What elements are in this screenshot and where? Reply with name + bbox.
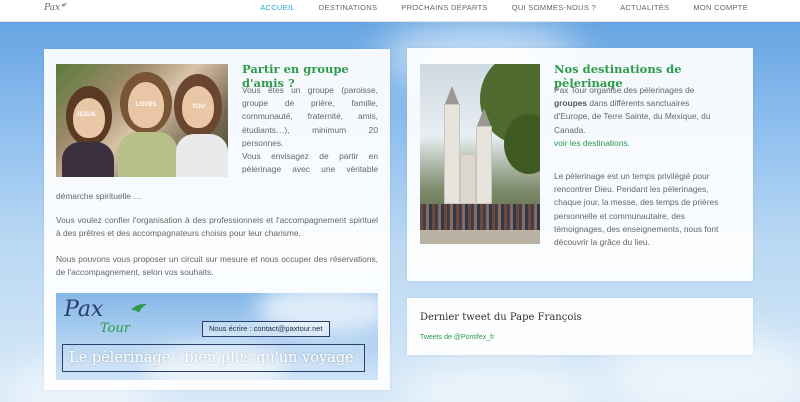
nav-destinations[interactable]: DESTINATIONS [307,0,389,20]
cloud [400,360,600,402]
intro-line: étudiants…), minimum 20 [242,124,378,135]
destinations-line: d'Europe, de Terre Sainte, du Mexique, d… [554,111,711,122]
tweet-title: Dernier tweet du Pape François [420,312,582,323]
photo-sign-text: LOVES [136,102,157,108]
banner-tagline: Le pèlerinage : bien plus qu'un voyage [62,344,365,372]
church-spire [477,108,491,126]
photo-face [73,98,105,138]
group-trip-panel: JESUS LOVES YOU Partir en groupe d'amis … [44,49,390,390]
destinations-panel: Nos destinations de pèlerinage Pax Tour … [407,48,753,281]
see-destinations-link[interactable]: voir les destinations. [554,137,744,150]
church-tower [476,126,492,204]
photo-sign-text: JESUS [76,112,96,118]
contact-email-button[interactable]: Nous écrire : contact@paxtour.net [202,321,330,337]
photo-shirt [62,142,114,177]
description-line: découvrir la grâce du lieu. [554,237,650,248]
site-logo[interactable]: Pax [44,3,60,13]
top-navigation-bar: Pax ACCUEIL DESTINATIONS PROCHAINS DÉPAR… [0,0,800,22]
photo-tree [504,114,540,174]
description-line: témoignages, des enseignements, nous fon… [554,223,719,234]
pilgrimage-description: Le pèlerinage est un temps privilégié po… [554,170,749,249]
church-spire [445,86,459,104]
description-line: Le pèlerinage est un temps privilégié po… [554,171,710,181]
photo-shirt [118,132,178,177]
dove-icon [60,3,68,8]
nav-prochains-departs[interactable]: PROCHAINS DÉPARTS [389,0,500,20]
intro-line: communauté, fraternité, amis, [242,111,378,122]
photo-sign-text: YOU [192,104,206,110]
group-paragraph-2: Vous voulez confier l'organisation à des… [56,215,378,239]
paxtour-banner[interactable]: Pax Tour Nous écrire : contact@paxtour.n… [56,293,378,380]
church-tower [444,104,460,204]
description-line: chaque jour, la messe, des temps de priè… [554,197,719,208]
destinations-line: Pax Tour organise des pèlerinages de [554,85,695,95]
church-facade [460,154,476,204]
intro-line: personnes. [242,137,284,148]
photo-shirt [176,134,228,177]
intro-line: groupe de prière, famille, [242,98,378,109]
church-photo [420,64,540,244]
group-intro-text: Vous êtes un groupe (paroisse, groupe de… [242,84,378,176]
destinations-intro: Pax Tour organise des pèlerinages de gro… [554,84,744,150]
groupes-bold: groupes [554,98,588,109]
nav-qui-sommes-nous[interactable]: QUI SOMMES-NOUS ? [500,0,608,20]
friends-photo: JESUS LOVES YOU [56,64,228,177]
dove-icon [131,303,147,313]
pope-tweet-panel: Dernier tweet du Pape François Tweets de… [407,298,753,355]
intro-line: Vous envisagez de partir en [242,151,378,162]
main-menu: ACCUEIL DESTINATIONS PROCHAINS DÉPARTS Q… [248,0,760,20]
group-paragraph-3: Nous pouvons vous proposer un circuit su… [56,254,378,278]
destinations-line-rest: dans différents sanctuaires [587,98,690,109]
description-line: personnelle et communautaire, des [554,210,685,221]
pontifex-tweets-link[interactable]: Tweets de @Pontifex_fr [420,334,494,341]
photo-ground [420,230,540,244]
banner-logo-tour: Tour [100,321,131,336]
intro-tail-text: démarche spirituelle … [56,191,142,201]
nav-actualites[interactable]: ACTUALITÉS [608,0,681,20]
description-line: rencontrer Dieu. Pendant les pèlerinages… [554,184,709,195]
nav-accueil[interactable]: ACCUEIL [248,0,307,20]
intro-line: Vous êtes un groupe (paroisse, [242,85,378,95]
destinations-line: groupes dans différents sanctuaires [554,97,744,110]
intro-line: pèlerinage avec une véritable [242,164,378,175]
destinations-line: Canada. [554,124,586,135]
banner-logo-pax: Pax [64,297,104,322]
nav-mon-compte[interactable]: MON COMPTE [681,0,760,20]
